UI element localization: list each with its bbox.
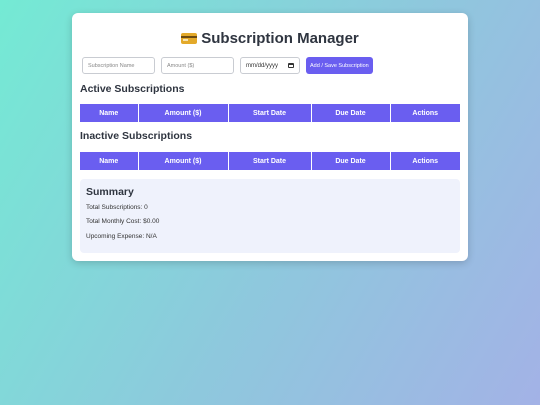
column-header-amount: Amount ($) <box>138 104 229 122</box>
app-card: Subscription Manager Subscription Name A… <box>72 13 468 261</box>
column-header-start-date: Start Date <box>228 152 312 170</box>
add-save-subscription-button[interactable]: Add / Save Subscription <box>306 57 373 74</box>
inactive-subscriptions-heading: Inactive Subscriptions <box>80 130 193 142</box>
total-subscriptions-text: Total Subscriptions: 0 <box>86 204 148 211</box>
amount-placeholder: Amount ($) <box>167 62 195 69</box>
subscription-name-placeholder: Subscription Name <box>88 62 135 69</box>
upcoming-expense-text: Upcoming Expense: N/A <box>86 233 157 240</box>
page-title-text: Subscription Manager <box>201 30 359 47</box>
column-header-actions: Actions <box>390 104 460 122</box>
column-header-start-date: Start Date <box>228 104 312 122</box>
column-header-name: Name <box>80 152 139 170</box>
column-header-name: Name <box>80 104 139 122</box>
credit-card-icon <box>181 33 198 44</box>
subscription-name-input[interactable]: Subscription Name <box>82 57 155 74</box>
amount-input[interactable]: Amount ($) <box>161 57 234 74</box>
inactive-subscriptions-table: Name Amount ($) Start Date Due Date Acti… <box>80 152 460 170</box>
calendar-icon[interactable] <box>288 63 294 68</box>
active-subscriptions-table: Name Amount ($) Start Date Due Date Acti… <box>80 104 460 122</box>
inactive-table-header-row: Name Amount ($) Start Date Due Date Acti… <box>80 152 460 170</box>
date-input[interactable]: mm/dd/yyyy <box>240 57 300 74</box>
column-header-amount: Amount ($) <box>138 152 229 170</box>
column-header-actions: Actions <box>390 152 460 170</box>
subscription-form: Subscription Name Amount ($) mm/dd/yyyy … <box>81 57 459 74</box>
add-save-subscription-label: Add / Save Subscription <box>310 62 369 69</box>
page-title: Subscription Manager <box>81 13 459 50</box>
total-monthly-cost-text: Total Monthly Cost: $0.00 <box>86 218 160 225</box>
summary-heading: Summary <box>86 186 134 198</box>
column-header-due-date: Due Date <box>311 104 391 122</box>
date-input-value: mm/dd/yyyy <box>246 62 279 69</box>
column-header-due-date: Due Date <box>311 152 391 170</box>
summary-panel: Summary Total Subscriptions: 0 Total Mon… <box>80 179 460 253</box>
active-table-header-row: Name Amount ($) Start Date Due Date Acti… <box>80 104 460 122</box>
active-subscriptions-heading: Active Subscriptions <box>80 83 185 95</box>
